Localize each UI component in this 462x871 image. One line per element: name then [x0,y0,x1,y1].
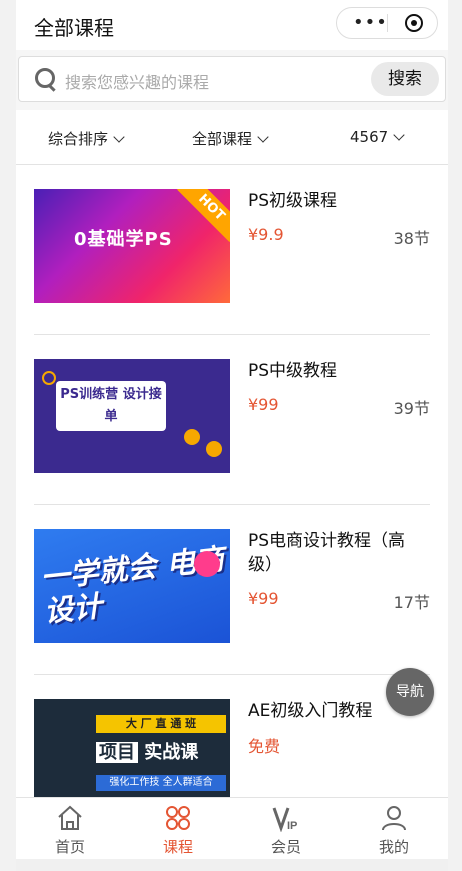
thumbnail-text-a: 项目 [96,742,138,763]
search-icon [35,68,55,88]
top-bar: 全部课程 ••• [16,0,448,50]
page-title: 全部课程 [34,16,114,40]
thumbnail-banner: 大 厂 直 通 班 [96,715,226,733]
thumbnail-text: 0基础学PS [74,229,173,250]
tab-label: 首页 [54,838,85,856]
close-target-icon[interactable] [405,14,423,32]
courses-icon [166,806,190,830]
course-title: PS中级教程 [248,361,338,381]
hot-badge: HOT [177,189,230,242]
course-price: ¥99 [248,395,279,414]
course-thumbnail: 0基础学PS HOT [34,189,230,303]
course-lessons: 38节 [393,229,430,248]
mini-program-capsule: ••• [336,7,438,39]
search-button[interactable]: 搜索 [371,62,439,96]
bottom-strip [16,859,448,871]
course-item[interactable]: 0基础学PS HOT PS初级课程 ¥9.9 38节 [34,165,430,335]
course-thumbnail: PS训练营 设计接单 [34,359,230,473]
svg-text:IP: IP [287,820,297,832]
filter-sort[interactable]: 综合排序 [48,128,125,149]
tab-courses[interactable]: 课程 [124,798,232,860]
thumbnail-text-b: 实战课 [144,742,199,763]
course-price: ¥99 [248,589,279,608]
chevron-down-icon [113,131,125,143]
tab-bar: 首页 课程 IP 会员 我的 [16,797,448,860]
filter-bar: 综合排序 全部课程 4567 [16,110,448,165]
vip-icon: IP [272,807,297,832]
filter-category[interactable]: 全部课程 [192,128,269,149]
thumbnail-text: 项目 实战课 [96,737,226,769]
filter-sort-label: 综合排序 [48,130,109,148]
tab-profile[interactable]: 我的 [340,798,448,860]
floating-nav-button[interactable]: 导航 [386,668,434,716]
more-menu-icon[interactable]: ••• [353,14,388,32]
tab-vip[interactable]: IP 会员 [232,798,340,860]
search-input[interactable]: 搜索您感兴趣的课程 [65,69,209,93]
capsule-divider [387,14,388,32]
chevron-down-icon [257,131,269,143]
filter-category-label: 全部课程 [192,130,253,148]
home-icon [58,805,82,830]
course-price: ¥9.9 [248,225,284,244]
thumbnail-subtext: 强化工作技 全人群适合 [96,775,226,791]
tab-label: 课程 [162,838,193,856]
course-item[interactable]: 一学就会 电商设计 PS电商设计教程（高级） ¥99 17节 [34,505,430,675]
course-item[interactable]: PS训练营 设计接单 PS中级教程 ¥99 39节 [34,335,430,505]
tab-label: 我的 [378,838,409,856]
filter-extra[interactable]: 4567 [350,128,405,146]
app-frame: 全部课程 ••• 搜索您感兴趣的课程 搜索 综合排序 全部课程 4567 0基础… [16,0,448,871]
coin-decoration [184,429,200,445]
course-item[interactable]: 大 厂 直 通 班 项目 实战课 强化工作技 全人群适合 AE初级入门教程 免费 [34,675,430,797]
play-icon [194,551,220,577]
course-list: 0基础学PS HOT PS初级课程 ¥9.9 38节 PS训练营 设计接单 PS… [16,165,448,797]
tab-label: 会员 [270,838,301,856]
course-thumbnail: 一学就会 电商设计 [34,529,230,643]
course-title: PS初级课程 [248,191,338,211]
tab-home[interactable]: 首页 [16,798,124,860]
chevron-down-icon [393,129,405,141]
coin-decoration [206,441,222,457]
circle-decoration [42,371,56,385]
course-lessons: 17节 [393,593,430,612]
profile-icon [382,806,406,831]
course-title: PS电商设计教程（高级） [248,531,406,575]
course-thumbnail: 大 厂 直 通 班 项目 实战课 强化工作技 全人群适合 [34,699,230,797]
course-lessons: 39节 [393,399,430,418]
thumbnail-text: PS训练营 设计接单 [56,381,166,431]
course-price: 免费 [248,737,281,756]
search-bar: 搜索您感兴趣的课程 搜索 [18,56,446,102]
filter-extra-label: 4567 [350,128,389,146]
